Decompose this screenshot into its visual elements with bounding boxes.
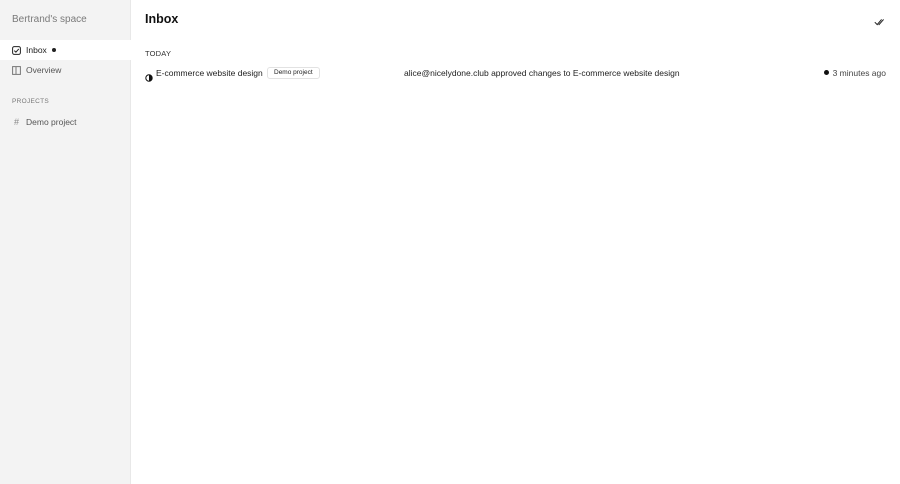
notification-time: 3 minutes ago bbox=[832, 68, 886, 78]
task-name[interactable]: E-commerce website design bbox=[156, 68, 263, 78]
half-circle-icon bbox=[145, 69, 153, 82]
board-icon bbox=[12, 65, 21, 75]
projects-heading: PROJECTS bbox=[12, 98, 50, 105]
page-title: Inbox bbox=[145, 12, 179, 26]
hash-icon: # bbox=[13, 117, 19, 127]
project-tag[interactable]: Demo project bbox=[267, 67, 320, 79]
notification-row[interactable]: E-commerce website design Demo project a… bbox=[131, 64, 900, 82]
unread-dot bbox=[51, 48, 56, 52]
sidebar-item-overview[interactable]: Overview bbox=[0, 60, 131, 80]
sidebar-item-label: Demo project bbox=[26, 117, 77, 127]
unread-dot bbox=[824, 70, 829, 75]
double-check-icon[interactable] bbox=[874, 14, 886, 26]
check-square-icon bbox=[12, 45, 21, 55]
notification-message: alice@nicelydone.club approved changes t… bbox=[404, 68, 680, 78]
sidebar-item-inbox[interactable]: Inbox bbox=[0, 40, 131, 60]
sidebar-item-label: Inbox bbox=[26, 45, 47, 55]
workspace-name[interactable]: Bertrand's space bbox=[12, 14, 87, 25]
sidebar: Bertrand's space Inbox Overview PROJECTS… bbox=[0, 0, 131, 484]
sidebar-item-demo-project[interactable]: # Demo project bbox=[0, 112, 131, 132]
sidebar-item-label: Overview bbox=[26, 65, 62, 75]
inbox-main: Inbox TODAY E-commerce website design De… bbox=[131, 0, 900, 484]
group-label-today: TODAY bbox=[145, 49, 172, 58]
